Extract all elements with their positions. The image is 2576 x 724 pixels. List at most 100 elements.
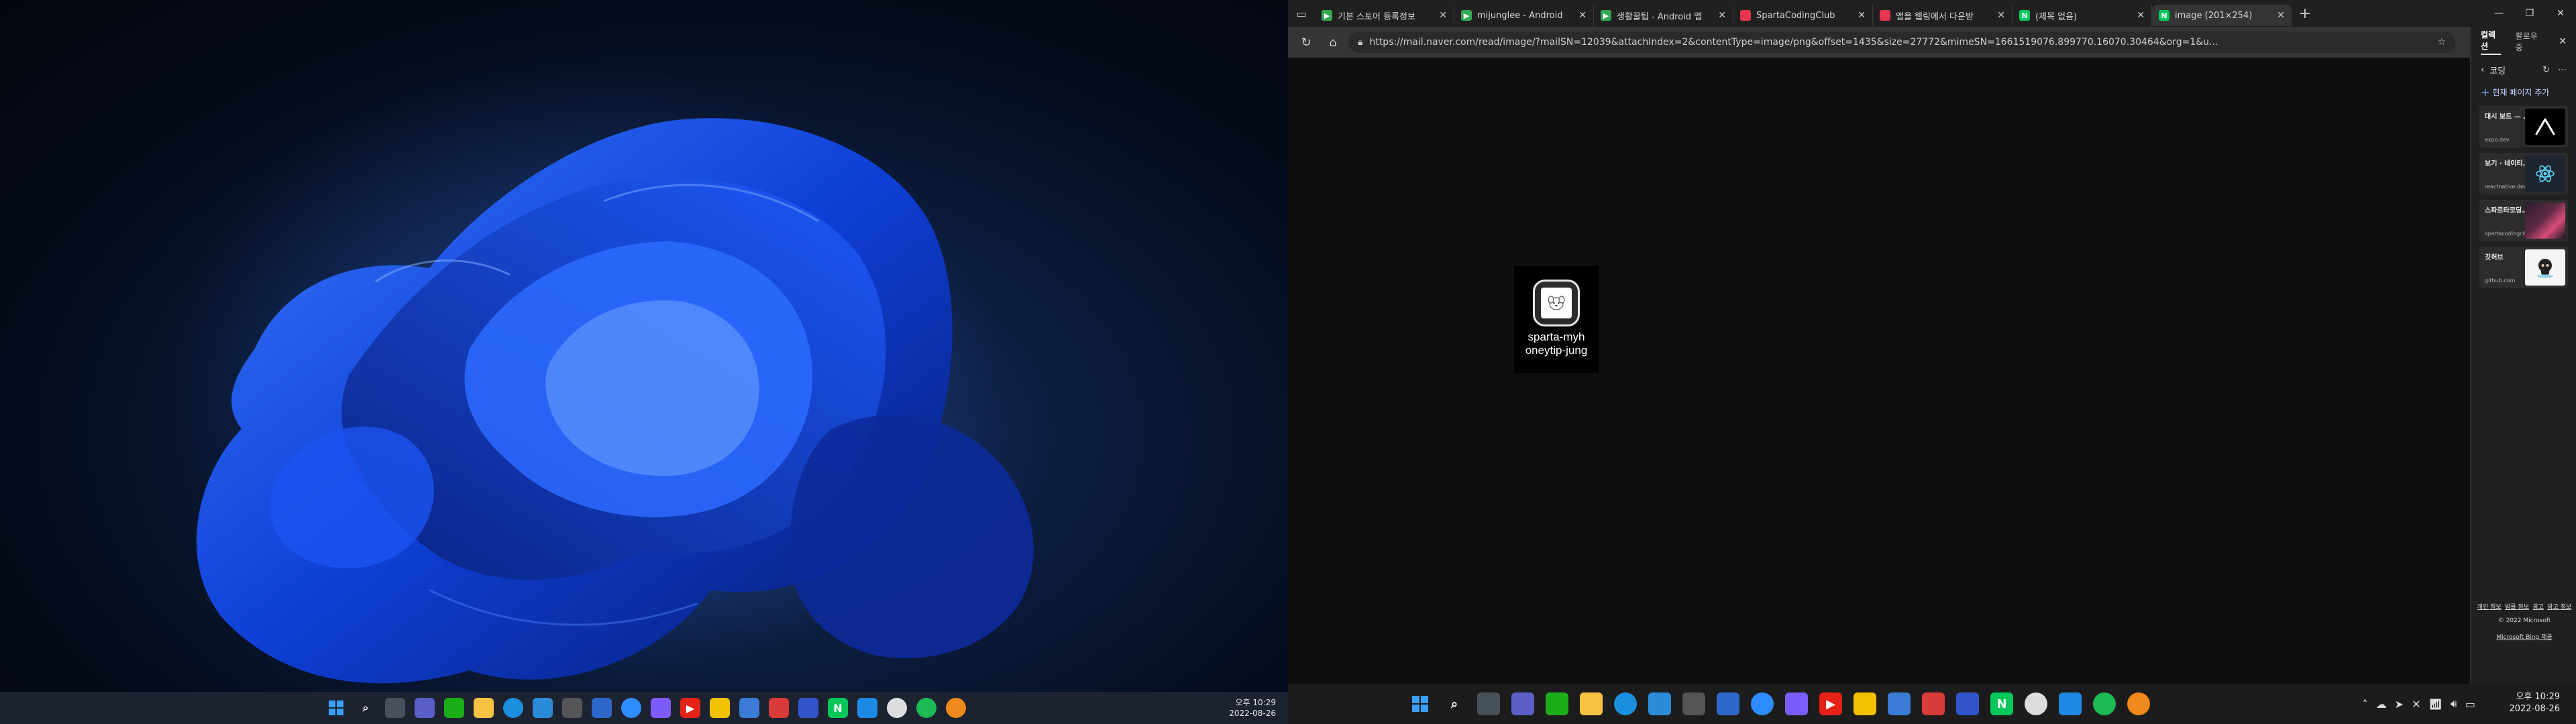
home-icon[interactable]: ⌂ — [1322, 31, 1344, 54]
photos-icon[interactable] — [739, 698, 759, 718]
vscode-icon[interactable] — [2059, 692, 2082, 715]
app-launcher-icon — [1533, 280, 1580, 326]
tab-title: SpartaCodingClub — [1756, 10, 1835, 21]
volume-icon[interactable]: 🔊︎ — [2451, 697, 2457, 711]
app-icon[interactable] — [562, 698, 582, 718]
search-icon[interactable]: ⌕ — [1443, 692, 1466, 715]
blender-icon[interactable] — [946, 698, 966, 718]
close-icon[interactable]: ✕ — [2137, 10, 2145, 21]
vscode-icon[interactable] — [857, 698, 877, 718]
meet-icon[interactable] — [1956, 692, 1979, 715]
taskbar-clock-left[interactable]: 오후 10:29 2022-08-26 — [1229, 697, 1276, 719]
edge-icon[interactable] — [1614, 692, 1637, 715]
footer-link[interactable]: 법률 정보 — [2505, 602, 2529, 611]
more-icon[interactable]: ⋯ — [2558, 65, 2567, 75]
zoom-icon[interactable] — [1751, 692, 1774, 715]
chat-icon[interactable] — [1511, 692, 1534, 715]
notion-icon[interactable] — [1785, 692, 1808, 715]
tab-following[interactable]: 팔로우 중 — [2516, 30, 2544, 53]
youtube-icon[interactable]: ▶ — [680, 698, 700, 718]
browser-tab[interactable]: 앱을 웹링에서 다운받 ✕ — [1873, 5, 2012, 26]
spotify-icon[interactable] — [916, 698, 936, 718]
sync-icon[interactable]: ↻ — [2542, 65, 2550, 75]
windows-start-icon[interactable] — [1409, 692, 1432, 715]
tab-actions-icon[interactable]: ▭ — [1288, 0, 1315, 27]
collection-item[interactable]: 스파르타코딩클럽 - 코딩, ... spartacodingclub.kr — [2479, 200, 2568, 241]
file-explorer-icon[interactable] — [474, 698, 494, 718]
battery-icon[interactable]: ▭ — [2465, 698, 2475, 711]
wechat-icon[interactable] — [1546, 692, 1568, 715]
close-icon[interactable]: ✕ — [1997, 10, 2005, 21]
close-icon[interactable]: ✕ — [1439, 10, 1447, 21]
search-icon[interactable]: ⌕ — [356, 698, 376, 718]
tab-title: (제목 없음) — [2035, 11, 2078, 22]
pdf-icon[interactable] — [769, 698, 789, 718]
file-explorer-icon[interactable] — [1580, 692, 1603, 715]
taskbar-clock-right[interactable]: 오후 10:29 2022-08-26 — [2509, 691, 2560, 715]
chat-icon[interactable] — [415, 698, 435, 718]
store-icon[interactable] — [533, 698, 553, 718]
close-icon[interactable]: ✕ — [1578, 10, 1587, 21]
chrome-icon[interactable] — [2025, 692, 2047, 715]
cloud-icon[interactable]: ☁ — [2376, 698, 2387, 711]
close-icon[interactable]: ✕ — [2277, 10, 2285, 21]
naver-icon[interactable]: N — [828, 698, 848, 718]
wechat-icon[interactable] — [444, 698, 464, 718]
browser-tab[interactable]: SpartaCodingClub ✕ — [1733, 5, 1873, 26]
close-window-icon[interactable]: ✕ — [2545, 0, 2576, 27]
meet-icon[interactable] — [798, 698, 818, 718]
browser-tab[interactable]: N (제목 없음) ✕ — [2012, 5, 2152, 26]
back-chevron-icon[interactable]: ‹ — [2481, 65, 2484, 75]
browser-tab[interactable]: ▶ mijunglee - Android ✕ — [1454, 5, 1594, 26]
collection-item[interactable]: 보기 · 네이티브 반응 reactnative.dev — [2479, 153, 2568, 194]
photos-icon[interactable] — [1888, 692, 1911, 715]
location-icon[interactable]: ➤ — [2395, 698, 2404, 711]
add-current-page-button[interactable]: + 현재 페이지 추가 — [2471, 83, 2576, 101]
chrome-icon[interactable] — [887, 698, 907, 718]
blender-icon[interactable] — [2127, 692, 2150, 715]
pdf-icon[interactable] — [1922, 692, 1945, 715]
close-icon[interactable]: ✕ — [1858, 10, 1866, 21]
task-view-icon[interactable] — [385, 698, 405, 718]
address-bar[interactable]: 🔒︎ https://mail.naver.com/read/image/?ma… — [1348, 32, 2455, 53]
naver-mail-icon: N — [2159, 10, 2169, 21]
windows-start-icon[interactable] — [326, 698, 346, 718]
close-icon[interactable]: ✕ — [2559, 36, 2567, 47]
collection-item[interactable]: 대시 보드 — 엑스포 expo.dev — [2479, 106, 2568, 147]
youtube-icon[interactable]: ▶ — [1819, 692, 1842, 715]
spotify-icon[interactable] — [2093, 692, 2116, 715]
favorite-add-icon[interactable]: ☆ — [2437, 37, 2446, 48]
browser-tab[interactable]: ▶ 기본 스토어 등록정보 ✕ — [1315, 5, 1454, 26]
collection-title-row: ‹ 코딩 ↻ ⋯ — [2471, 56, 2576, 83]
maps-icon[interactable] — [710, 698, 730, 718]
task-view-icon[interactable] — [1477, 692, 1500, 715]
chevron-up-icon[interactable]: ˄ — [2363, 698, 2368, 711]
maximize-icon[interactable]: ❐ — [2514, 0, 2545, 27]
app-icon[interactable] — [1682, 692, 1705, 715]
vpn-icon[interactable] — [1717, 692, 1739, 715]
edge-icon[interactable] — [503, 698, 523, 718]
zoom-icon[interactable] — [621, 698, 641, 718]
footer-link[interactable]: 개인 정보 — [2477, 602, 2502, 611]
minimize-icon[interactable]: — — [2483, 0, 2514, 27]
bing-link[interactable]: Microsoft Bing 제공 — [2471, 632, 2576, 641]
maps-icon[interactable] — [1854, 692, 1876, 715]
new-tab-icon[interactable]: + — [2292, 5, 2318, 22]
wifi-icon[interactable]: 📶︎ — [2428, 698, 2442, 711]
footer-link[interactable]: 광고 정보 — [2547, 602, 2571, 611]
tab-title: 생활꿀팁 - Android 앱 — [1617, 11, 1703, 22]
tab-title: image (201×254) — [2175, 10, 2253, 21]
naver-icon[interactable]: N — [1990, 692, 2013, 715]
close-icon[interactable]: ✕ — [1718, 10, 1726, 21]
close-tray-icon[interactable]: ✕ — [2412, 698, 2420, 711]
vpn-icon[interactable] — [592, 698, 612, 718]
app-name-label: sparta-myh oneytip-jung — [1514, 330, 1599, 357]
collection-item[interactable]: 깃허브 github.com — [2479, 247, 2568, 288]
tab-collections[interactable]: 컬렉션 — [2481, 29, 2501, 55]
store-icon[interactable] — [1648, 692, 1671, 715]
notion-icon[interactable] — [651, 698, 671, 718]
browser-tab[interactable]: ▶ 생활꿀팁 - Android 앱 ✕ — [1594, 5, 1733, 26]
footer-link[interactable]: 광고 — [2532, 602, 2544, 611]
browser-tab-active[interactable]: N image (201×254) ✕ — [2152, 5, 2292, 26]
refresh-icon[interactable]: ↻ — [1295, 31, 1318, 54]
